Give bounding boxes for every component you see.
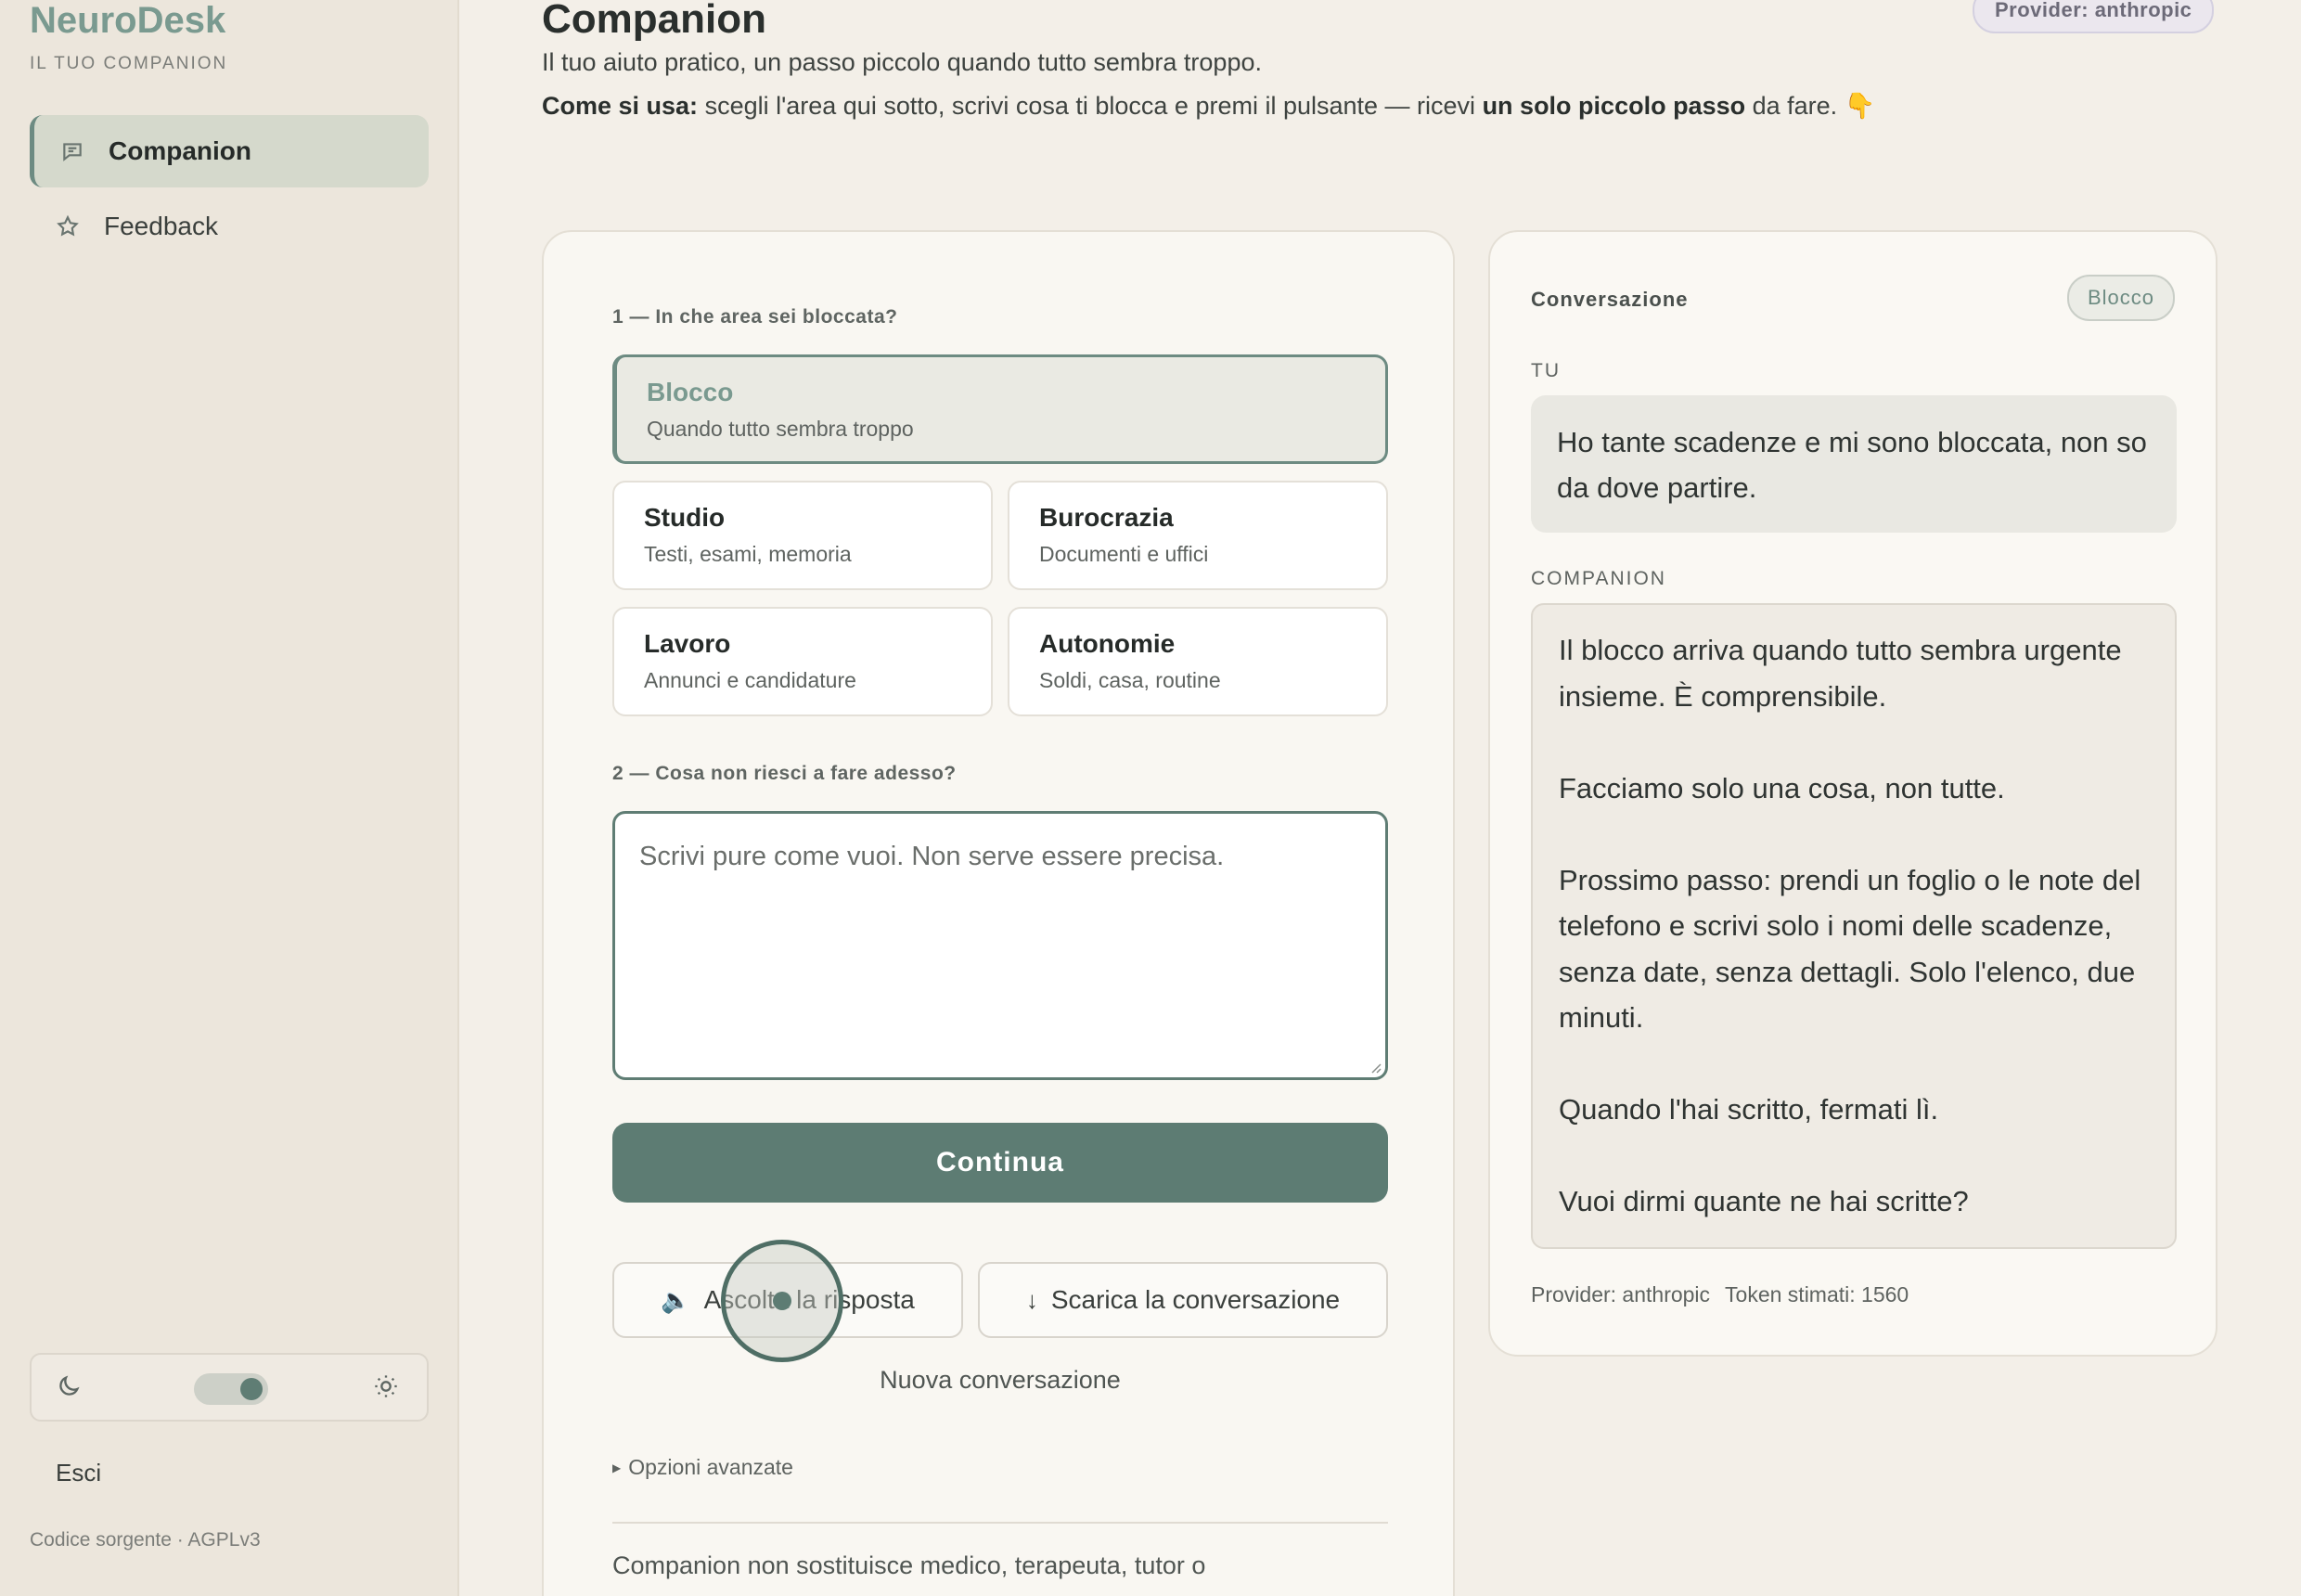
request-card: 1 — In che area sei bloccata? Blocco Qua…: [542, 230, 1455, 1596]
user-role-label: TU: [1531, 360, 1561, 381]
bot-message: Il blocco arriva quando tutto sembra urg…: [1531, 603, 2177, 1249]
advanced-options-label: Opzioni avanzate: [628, 1455, 793, 1479]
area-option-studio[interactable]: Studio Testi, esami, memoria: [612, 481, 993, 590]
provider-meta: Provider: anthropic: [1531, 1282, 1711, 1306]
bot-paragraph: Quando l'hai scritto, fermati lì.: [1559, 1093, 1939, 1126]
howto-highlight: un solo piccolo passo: [1482, 92, 1746, 120]
howto-text: Come si usa: scegli l'area qui sotto, sc…: [542, 91, 1875, 121]
conversation-card: Conversazione Blocco TU Ho tante scadenz…: [1488, 230, 2217, 1357]
resize-grip-icon[interactable]: [1367, 1059, 1382, 1074]
conversation-meta: Provider: anthropic Token stimati: 1560: [1531, 1282, 1909, 1307]
howto-part-1: scegli l'area qui sotto, scrivi cosa ti …: [698, 92, 1483, 120]
bot-paragraph: Il blocco arriva quando tutto sembra urg…: [1559, 634, 2122, 713]
star-icon: [54, 212, 82, 240]
source-code-link[interactable]: Codice sorgente · AGPLv3: [30, 1529, 261, 1551]
howto-part-2: da fare. 👇: [1745, 92, 1876, 120]
theme-toggle[interactable]: [194, 1373, 268, 1405]
area-option-title: Burocrazia: [1039, 503, 1174, 532]
area-option-title: Lavoro: [644, 629, 731, 658]
sidebar-item-companion[interactable]: Companion: [30, 115, 429, 187]
area-option-blocco[interactable]: Blocco Quando tutto sembra troppo: [612, 354, 1388, 464]
continue-button[interactable]: Continua: [612, 1123, 1388, 1203]
area-option-title: Studio: [644, 503, 726, 532]
speaker-icon: 🔈: [661, 1285, 691, 1314]
sidebar-item-feedback[interactable]: Feedback: [30, 190, 429, 263]
new-conversation-link[interactable]: Nuova conversazione: [612, 1366, 1388, 1395]
sidebar: NeuroDesk IL TUO COMPANION Companion Fee…: [0, 0, 459, 1596]
area-option-subtitle: Soldi, casa, routine: [1039, 668, 1221, 692]
bot-paragraph: Prossimo passo: prendi un foglio o le no…: [1559, 863, 2141, 1035]
download-label: Scarica la conversazione: [1050, 1285, 1341, 1314]
logout-link[interactable]: Esci: [56, 1459, 101, 1487]
area-option-subtitle: Documenti e uffici: [1039, 542, 1209, 566]
cursor-dot: [773, 1292, 791, 1310]
download-icon: ↓: [1025, 1285, 1038, 1314]
page-title: Companion: [542, 0, 766, 42]
download-button[interactable]: ↓ Scarica la conversazione: [978, 1262, 1388, 1338]
page-subtitle: Il tuo aiuto pratico, un passo piccolo q…: [542, 48, 1262, 76]
disclosure-triangle-icon: ▶: [612, 1461, 622, 1474]
area-option-subtitle: Annunci e candidature: [644, 668, 856, 692]
area-option-lavoro[interactable]: Lavoro Annunci e candidature: [612, 607, 993, 716]
theme-toggle-knob: [240, 1378, 263, 1400]
brand-subtitle: IL TUO COMPANION: [30, 54, 228, 73]
bot-paragraph: Vuoi dirmi quante ne hai scritte?: [1559, 1185, 1969, 1217]
area-option-title: Blocco: [647, 378, 734, 406]
brand-logo[interactable]: NeuroDesk: [30, 0, 225, 42]
divider: [612, 1522, 1388, 1524]
area-option-autonomie[interactable]: Autonomie Soldi, casa, routine: [1008, 607, 1388, 716]
sun-icon[interactable]: [373, 1373, 403, 1403]
area-option-subtitle: Testi, esami, memoria: [644, 542, 852, 566]
textarea-placeholder: Scrivi pure come vuoi. Non serve essere …: [639, 842, 1225, 871]
howto-lead: Come si usa:: [542, 92, 699, 120]
area-option-burocrazia[interactable]: Burocrazia Documenti e uffici: [1008, 481, 1388, 590]
area-badge: Blocco: [2066, 275, 2175, 321]
area-option-subtitle: Quando tutto sembra troppo: [647, 417, 914, 441]
sidebar-item-label: Companion: [109, 136, 251, 165]
moon-icon[interactable]: [56, 1373, 85, 1403]
step1-label: 1 — In che area sei bloccata?: [612, 306, 898, 328]
disclaimer-text: Companion non sostituisce medico, terape…: [612, 1551, 1206, 1579]
conversation-title: Conversazione: [1531, 288, 1689, 311]
problem-textarea[interactable]: Scrivi pure come vuoi. Non serve essere …: [612, 811, 1388, 1080]
chat-icon: [58, 137, 86, 165]
area-option-title: Autonomie: [1039, 629, 1176, 658]
step2-label: 2 — Cosa non riesci a fare adesso?: [612, 763, 957, 784]
bot-paragraph: Facciamo solo una cosa, non tutte.: [1559, 771, 2005, 804]
theme-switcher: [30, 1353, 429, 1422]
token-meta: Token stimati: 1560: [1725, 1282, 1909, 1306]
user-message: Ho tante scadenze e mi sono bloccata, no…: [1531, 395, 2177, 533]
sidebar-item-label: Feedback: [104, 212, 218, 240]
bot-role-label: COMPANION: [1531, 568, 1666, 589]
advanced-options-toggle[interactable]: ▶ Opzioni avanzate: [612, 1455, 793, 1480]
provider-badge: Provider: anthropic: [1973, 0, 2215, 33]
